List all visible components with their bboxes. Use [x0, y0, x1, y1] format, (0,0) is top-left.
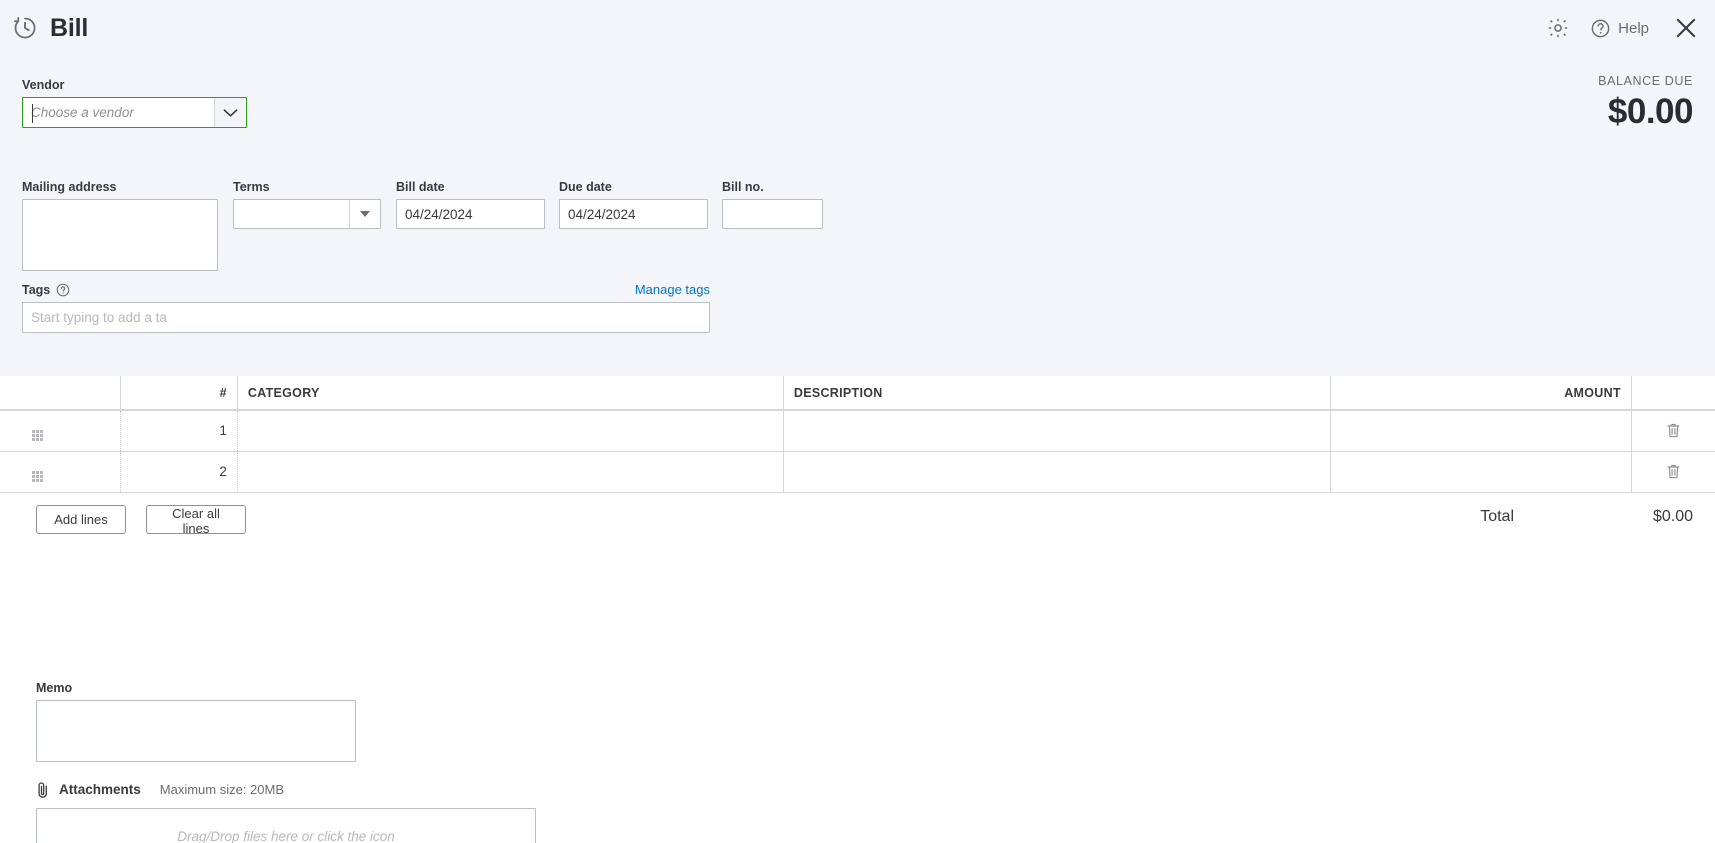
tags-input[interactable]: [22, 302, 710, 333]
drag-handle-icon[interactable]: [32, 429, 43, 441]
row-number: 1: [119, 410, 238, 452]
page-title: Bill: [50, 13, 89, 42]
row-amount-cell[interactable]: [1330, 451, 1632, 493]
due-date-label: Due date: [559, 180, 612, 194]
mailing-address-group: Mailing address: [22, 180, 218, 274]
memo-group: Memo: [36, 681, 356, 765]
row-description-cell[interactable]: [782, 451, 1331, 493]
line-items-area: # CATEGORY DESCRIPTION AMOUNT 1 2 Add li…: [0, 376, 1715, 843]
column-header-amount: AMOUNT: [1330, 376, 1632, 411]
attachments-max-size: Maximum size: 20MB: [159, 782, 285, 797]
memo-textarea[interactable]: [36, 699, 356, 762]
vendor-label: Vendor: [22, 78, 65, 92]
attachments-title: Attachments: [59, 782, 141, 797]
history-clock-icon[interactable]: [12, 15, 38, 41]
column-header-handle: [0, 376, 121, 411]
terms-select[interactable]: [233, 199, 381, 229]
table-row: 1: [0, 410, 1715, 452]
due-date-group: Due date: [559, 180, 708, 229]
question-circle-icon[interactable]: [56, 283, 70, 297]
row-category-cell[interactable]: [236, 410, 784, 452]
bill-no-label: Bill no.: [722, 180, 764, 194]
balance-due-amount: $0.00: [1607, 92, 1694, 131]
header-left-group: Bill: [12, 14, 88, 43]
tags-label: Tags: [22, 282, 51, 297]
add-lines-button[interactable]: Add lines: [36, 504, 126, 534]
column-header-description: DESCRIPTION: [782, 376, 1331, 411]
help-button[interactable]: Help: [1590, 18, 1649, 39]
attachments-header: Attachments Maximum size: 20MB: [36, 781, 536, 799]
tags-group: Tags Manage tags: [22, 282, 710, 333]
column-header-number: #: [119, 376, 238, 411]
trash-icon[interactable]: [1666, 463, 1681, 480]
manage-tags-link[interactable]: Manage tags: [635, 282, 710, 297]
total-label: Total: [1480, 507, 1514, 525]
row-delete-cell[interactable]: [1630, 410, 1715, 452]
gear-icon[interactable]: [1546, 16, 1570, 40]
row-category-cell[interactable]: [236, 451, 784, 493]
paperclip-icon[interactable]: [36, 781, 50, 799]
bill-no-group: Bill no.: [722, 180, 823, 229]
column-header-category: CATEGORY: [236, 376, 784, 411]
row-drag-cell[interactable]: [0, 451, 121, 493]
header-right-group: Help: [1546, 15, 1699, 41]
attachments-dropzone[interactable]: Drag/Drop files here or click the icon: [36, 807, 536, 843]
terms-label: Terms: [233, 180, 270, 194]
table-row: 2: [0, 451, 1715, 493]
memo-label: Memo: [36, 680, 73, 695]
bill-date-label: Bill date: [396, 180, 445, 194]
row-number: 2: [119, 451, 238, 493]
trash-icon[interactable]: [1666, 422, 1681, 439]
text-cursor: [32, 104, 33, 123]
mailing-address-label: Mailing address: [22, 180, 117, 194]
row-delete-cell[interactable]: [1630, 451, 1715, 493]
bill-date-group: Bill date: [396, 180, 545, 229]
table-header-row: # CATEGORY DESCRIPTION AMOUNT: [0, 376, 1715, 411]
page-header: Bill Help: [0, 0, 1715, 56]
terms-group: Terms: [233, 180, 381, 229]
total-value: $0.00: [1652, 507, 1693, 525]
line-items-table: # CATEGORY DESCRIPTION AMOUNT 1 2: [0, 376, 1715, 493]
triangle-down-icon: [360, 211, 370, 217]
column-header-delete: [1630, 376, 1715, 411]
close-x-icon[interactable]: [1669, 15, 1699, 41]
question-circle-icon: [1591, 19, 1610, 37]
row-drag-cell[interactable]: [0, 410, 121, 452]
bill-no-input[interactable]: [722, 199, 823, 229]
attachments-group: Attachments Maximum size: 20MB Drag/Drop…: [36, 781, 536, 843]
vendor-input[interactable]: [23, 98, 214, 127]
terms-dropdown-button[interactable]: [349, 200, 380, 228]
clear-all-lines-button[interactable]: Clear all lines: [146, 504, 246, 536]
chevron-down-icon: [223, 108, 238, 117]
bill-top-form: Vendor BALANCE DUE $0.00 Mailing address…: [0, 56, 1715, 376]
terms-value: [234, 200, 349, 228]
tags-header-row: Tags Manage tags: [22, 282, 710, 297]
mailing-address-textarea[interactable]: [22, 199, 218, 271]
row-amount-cell[interactable]: [1330, 410, 1632, 452]
bill-date-input[interactable]: [396, 199, 545, 229]
balance-due-block: BALANCE DUE $0.00: [1598, 74, 1693, 129]
bill-form-window: Bill Help Vendor Choose a vendor BALANCE…: [0, 0, 1715, 843]
vendor-field-group: Vendor: [22, 78, 247, 128]
due-date-input[interactable]: [559, 199, 708, 229]
drag-handle-icon[interactable]: [32, 470, 43, 482]
vendor-combobox[interactable]: [22, 97, 247, 128]
help-label: Help: [1618, 19, 1649, 37]
balance-due-label: BALANCE DUE: [1598, 74, 1693, 88]
dropzone-text: Drag/Drop files here or click the icon: [177, 828, 395, 843]
bill-bottom-area: Add lines Clear all lines Total $0.00 Me…: [0, 492, 1715, 843]
vendor-dropdown-button[interactable]: [214, 98, 246, 127]
row-description-cell[interactable]: [782, 410, 1331, 452]
